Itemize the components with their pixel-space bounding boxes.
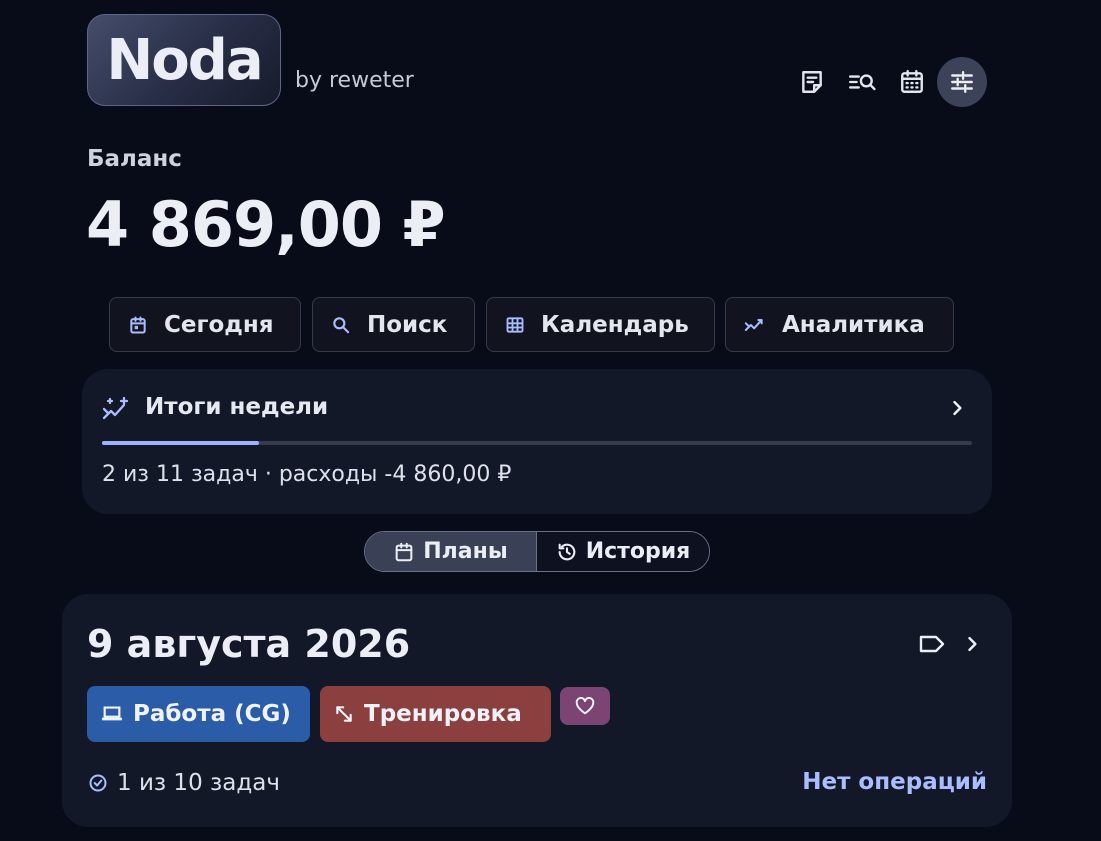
- tag-work[interactable]: Работа (CG): [87, 686, 310, 742]
- day-tasks-count: 1 из 10 задач: [88, 770, 280, 796]
- analytics-icon: [744, 318, 763, 331]
- week-summary-title: Итоги недели: [145, 394, 329, 420]
- tag-heart[interactable]: [560, 687, 610, 725]
- week-summary-text: 2 из 11 задач · расходы -4 860,00 ₽: [102, 462, 512, 487]
- today-button[interactable]: Сегодня: [109, 297, 301, 352]
- laptop-icon: [101, 706, 123, 721]
- calendar-view-button-label: Календарь: [541, 311, 689, 338]
- expand-arrows-icon: [336, 706, 352, 722]
- tag-training-label: Тренировка: [364, 701, 522, 727]
- heart-icon: [575, 697, 595, 715]
- grid-icon: [506, 316, 524, 333]
- tab-plans-label: Планы: [423, 539, 508, 564]
- notes-icon: [802, 71, 822, 93]
- analytics-button-label: Аналитика: [782, 311, 925, 338]
- balance-value: 4 869,00 ₽: [86, 188, 446, 261]
- week-progress-fill: [102, 441, 259, 445]
- tag-icon[interactable]: [918, 632, 946, 656]
- tab-history[interactable]: История: [537, 532, 709, 571]
- insights-icon: [102, 396, 129, 420]
- day-operations-link[interactable]: Нет операций: [802, 769, 987, 795]
- search-button[interactable]: Поиск: [312, 297, 475, 352]
- calendar-today-icon: [130, 316, 146, 333]
- search-button-label: Поиск: [367, 311, 448, 338]
- search-list-icon: [848, 74, 876, 91]
- notes-button[interactable]: [787, 57, 837, 107]
- chevron-right-icon[interactable]: [962, 634, 982, 654]
- check-circle-icon: [89, 774, 107, 792]
- search-icon: [333, 316, 350, 333]
- tag-work-label: Работа (CG): [133, 701, 291, 727]
- week-progress-bar: [102, 441, 972, 445]
- chevron-right-icon[interactable]: [947, 398, 967, 418]
- tag-training[interactable]: Тренировка: [320, 686, 551, 742]
- day-date: 9 августа 2026: [87, 622, 411, 666]
- app-byline: by reweter: [295, 68, 414, 93]
- settings-button[interactable]: [937, 57, 987, 107]
- today-button-label: Сегодня: [164, 311, 274, 338]
- tab-plans[interactable]: Планы: [365, 532, 537, 571]
- analytics-button[interactable]: Аналитика: [725, 297, 954, 352]
- calendar-icon: [901, 69, 923, 93]
- balance-label: Баланс: [87, 146, 182, 172]
- calendar-view-button[interactable]: Календарь: [486, 297, 715, 352]
- view-toggle: Планы История: [364, 531, 710, 572]
- tab-history-label: История: [585, 539, 691, 564]
- history-icon: [558, 543, 576, 560]
- app-logo: Noda: [87, 14, 281, 106]
- settings-sliders-icon: [951, 71, 973, 93]
- search-list-button[interactable]: [837, 57, 887, 107]
- day-tasks-count-text: 1 из 10 задач: [117, 770, 280, 796]
- calendar-icon: [395, 542, 413, 561]
- calendar-button[interactable]: [887, 57, 937, 107]
